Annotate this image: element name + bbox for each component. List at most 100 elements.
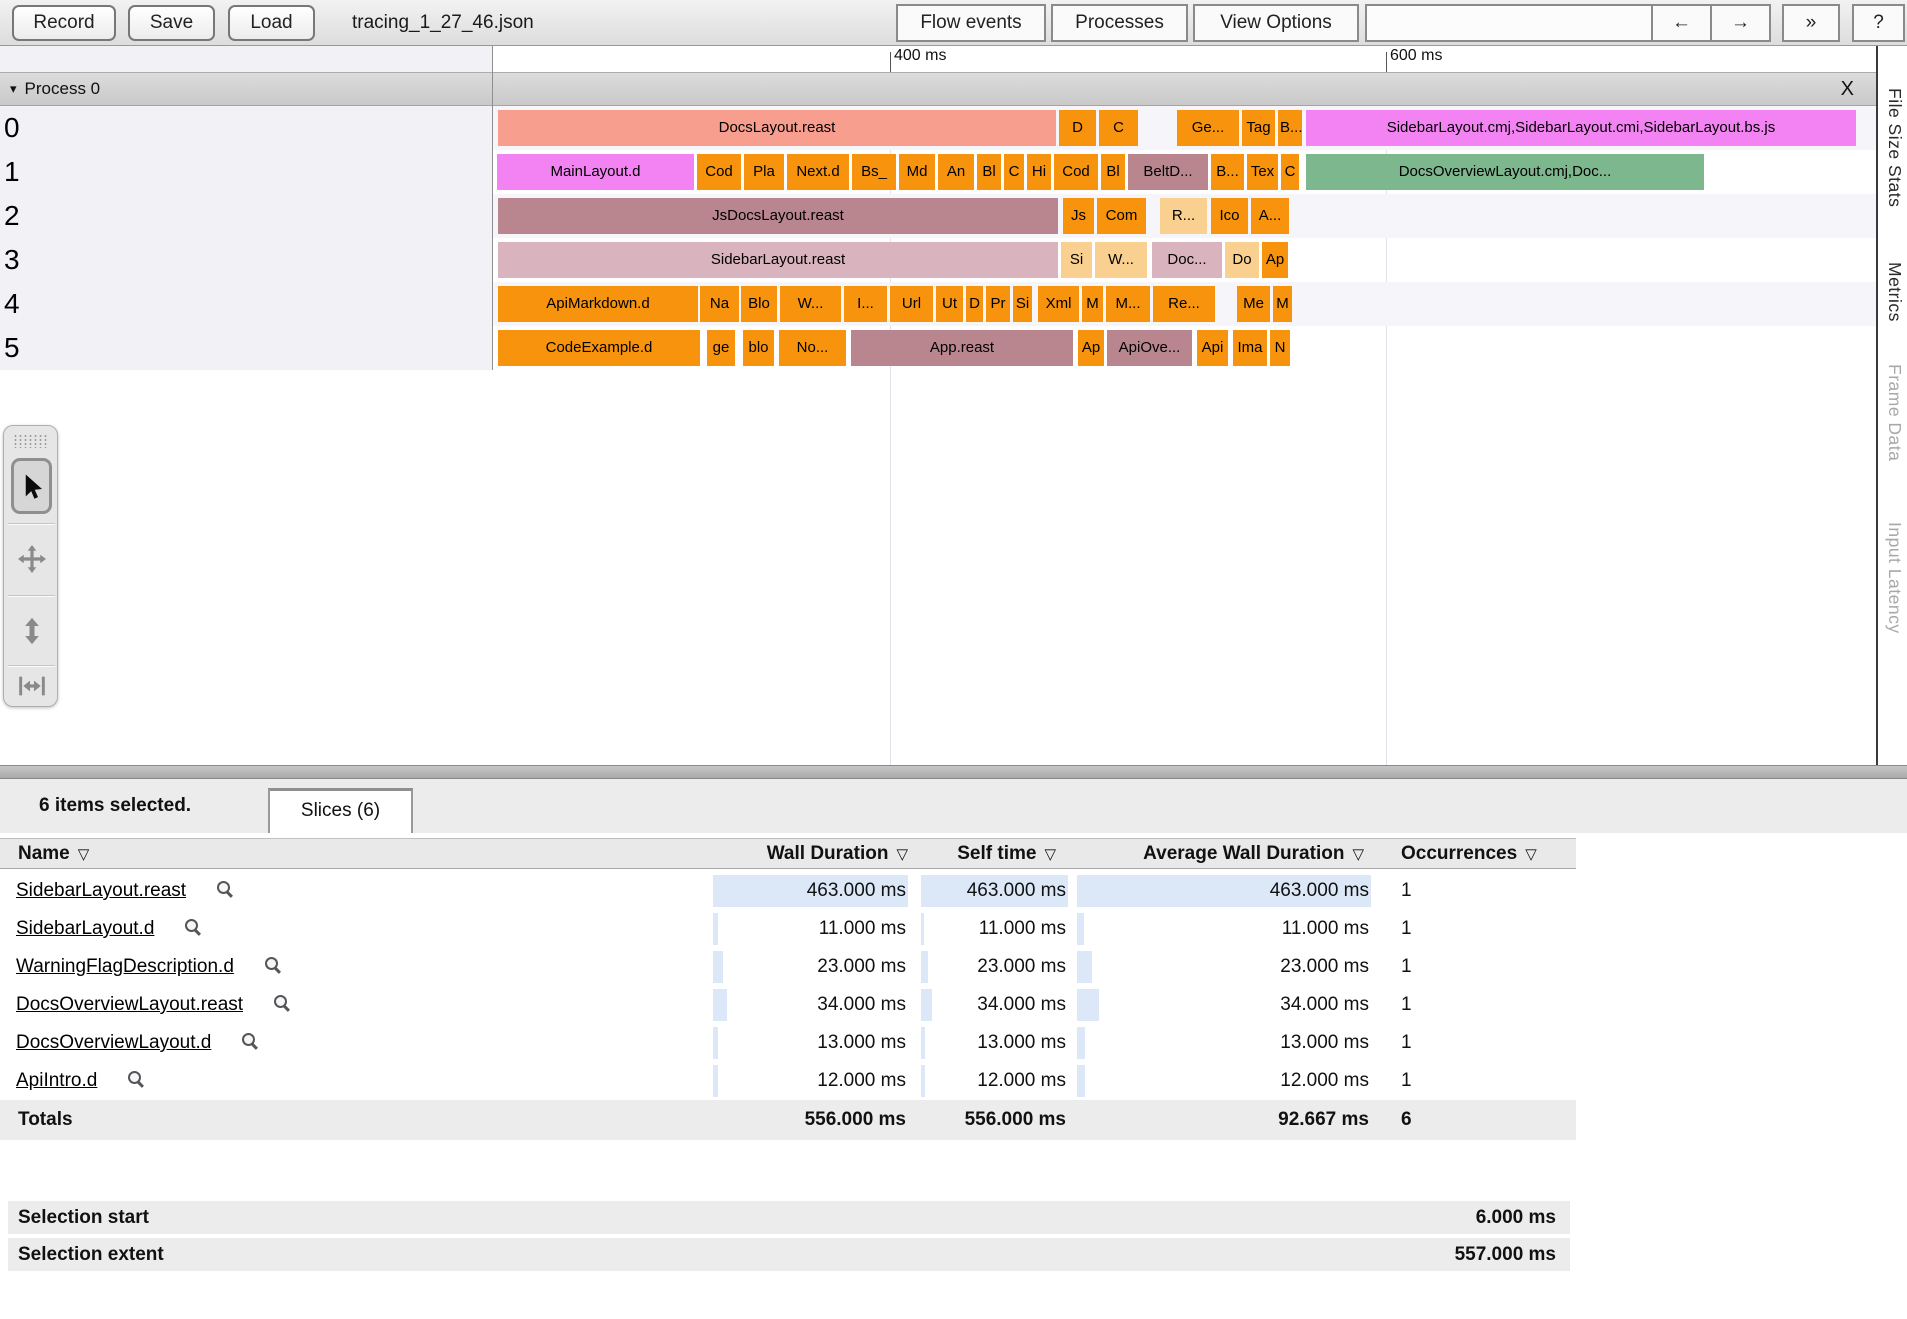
trace-slice[interactable]: Si <box>1013 286 1032 322</box>
tab-slices[interactable]: Slices (6) <box>268 788 413 833</box>
panel-splitter[interactable] <box>0 765 1907 779</box>
trace-slice[interactable]: Pla <box>744 154 784 190</box>
trace-slice[interactable]: B... <box>1211 154 1244 190</box>
trace-slice[interactable]: Bl <box>1101 154 1125 190</box>
trace-slice[interactable]: Si <box>1061 242 1092 278</box>
trace-slice[interactable]: M... <box>1106 286 1150 322</box>
trace-slice[interactable]: Xml <box>1038 286 1079 322</box>
trace-slice[interactable]: CodeExample.d <box>498 330 700 366</box>
trace-slice[interactable]: Ut <box>936 286 963 322</box>
timing-tool-button[interactable] <box>4 666 59 706</box>
trace-slice[interactable]: C <box>1004 154 1024 190</box>
trace-slice[interactable]: blo <box>743 330 774 366</box>
trace-slice[interactable]: Re... <box>1153 286 1215 322</box>
trace-slice[interactable]: Ge... <box>1177 110 1239 146</box>
trace-slice[interactable]: Ico <box>1211 198 1248 234</box>
magnifier-icon[interactable] <box>264 956 282 974</box>
trace-slice[interactable]: SidebarLayout.cmj,SidebarLayout.cmi,Side… <box>1306 110 1856 146</box>
column-header-name[interactable]: Name▽ <box>0 839 713 868</box>
slice-name-link[interactable]: DocsOverviewLayout.d <box>16 1032 211 1053</box>
trace-slice[interactable]: D <box>966 286 983 322</box>
trace-slice[interactable]: Js <box>1063 198 1094 234</box>
overflow-button[interactable]: » <box>1782 4 1840 42</box>
trace-slice[interactable]: JsDocsLayout.reast <box>498 198 1058 234</box>
trace-slice[interactable]: R... <box>1160 198 1207 234</box>
trace-slice[interactable]: M <box>1273 286 1292 322</box>
trace-slice[interactable]: Bs_ <box>852 154 896 190</box>
trace-slice[interactable]: A... <box>1251 198 1289 234</box>
column-header-wall-duration[interactable]: Wall Duration▽ <box>713 839 908 868</box>
magnifier-icon[interactable] <box>216 880 234 898</box>
trace-slice[interactable]: N <box>1270 330 1290 366</box>
toolbox-drag-handle[interactable] <box>13 434 49 448</box>
magnifier-icon[interactable] <box>127 1070 145 1088</box>
column-header-occurrences[interactable]: Occurrences▽ <box>1386 839 1576 868</box>
vertical-zoom-tool-button[interactable] <box>4 598 59 664</box>
trace-slice[interactable]: Ap <box>1078 330 1104 366</box>
trace-slice[interactable]: Url <box>890 286 933 322</box>
find-next-button[interactable]: → <box>1710 4 1771 42</box>
trace-slice[interactable]: App.reast <box>851 330 1073 366</box>
trace-slice[interactable]: Hi <box>1027 154 1051 190</box>
trace-slice[interactable]: Me <box>1237 286 1270 322</box>
trace-slice[interactable]: Cod <box>697 154 741 190</box>
trace-slice[interactable]: MainLayout.d <box>497 154 694 190</box>
trace-slice[interactable]: C <box>1281 154 1299 190</box>
trace-slice[interactable]: I... <box>844 286 887 322</box>
trace-slice[interactable]: Ap <box>1262 242 1288 278</box>
trace-slice[interactable]: No... <box>779 330 846 366</box>
search-input[interactable] <box>1365 4 1653 42</box>
timeline-ruler[interactable]: 400 ms600 ms <box>0 46 1876 72</box>
trace-slice[interactable]: Doc... <box>1152 242 1222 278</box>
trace-slice[interactable]: C <box>1099 110 1138 146</box>
process-0-header[interactable]: ▾Process 0 X <box>0 72 1876 106</box>
trace-slice[interactable]: DocsOverviewLayout.cmj,Doc... <box>1306 154 1704 190</box>
selection-tool-button[interactable] <box>4 454 59 520</box>
find-previous-button[interactable]: ← <box>1651 4 1712 42</box>
trace-slice[interactable]: Do <box>1225 242 1259 278</box>
trace-slice[interactable]: Na <box>700 286 739 322</box>
trace-slice[interactable]: Bl <box>977 154 1001 190</box>
pan-tool-button[interactable] <box>4 526 59 592</box>
trace-slice[interactable]: BeltD... <box>1128 154 1208 190</box>
sidebar-tab-file-size-stats[interactable]: File Size Stats <box>1884 88 1905 207</box>
magnifier-icon[interactable] <box>184 918 202 936</box>
trace-slice[interactable]: Api <box>1197 330 1228 366</box>
trace-slice[interactable]: DocsLayout.reast <box>498 110 1056 146</box>
column-header-average-wall-duration[interactable]: Average Wall Duration▽ <box>1077 839 1371 868</box>
trace-slice[interactable]: Next.d <box>787 154 849 190</box>
trace-slice[interactable]: An <box>938 154 974 190</box>
slice-name-link[interactable]: SidebarLayout.d <box>16 918 154 939</box>
trace-slice[interactable]: W... <box>1095 242 1147 278</box>
flow-events-button[interactable]: Flow events <box>896 4 1046 42</box>
column-header-self-time[interactable]: Self time▽ <box>921 839 1068 868</box>
trace-slice[interactable]: M <box>1082 286 1103 322</box>
trace-slice[interactable]: Pr <box>986 286 1010 322</box>
view-options-button[interactable]: View Options <box>1193 4 1359 42</box>
processes-button[interactable]: Processes <box>1051 4 1188 42</box>
trace-slice[interactable]: Md <box>899 154 935 190</box>
load-button[interactable]: Load <box>228 5 315 41</box>
record-button[interactable]: Record <box>12 5 116 41</box>
trace-slice[interactable]: Tag <box>1242 110 1275 146</box>
trace-slice[interactable]: ge <box>707 330 735 366</box>
slice-name-link[interactable]: SidebarLayout.reast <box>16 880 186 901</box>
magnifier-icon[interactable] <box>241 1032 259 1050</box>
trace-slice[interactable]: W... <box>780 286 841 322</box>
slice-name-link[interactable]: WarningFlagDescription.d <box>16 956 234 977</box>
trace-slice[interactable]: Cod <box>1054 154 1098 190</box>
close-process-button[interactable]: X <box>1841 73 1854 105</box>
trace-slice[interactable]: D <box>1059 110 1096 146</box>
trace-slice[interactable]: Blo <box>741 286 777 322</box>
magnifier-icon[interactable] <box>273 994 291 1012</box>
trace-slice[interactable]: ApiMarkdown.d <box>498 286 698 322</box>
trace-slice[interactable]: Tex <box>1247 154 1278 190</box>
trace-slice[interactable]: ApiOve... <box>1107 330 1192 366</box>
trace-slice[interactable]: B... <box>1278 110 1302 146</box>
save-button[interactable]: Save <box>128 5 215 41</box>
sidebar-tab-metrics[interactable]: Metrics <box>1884 262 1905 322</box>
trace-slice[interactable]: SidebarLayout.reast <box>498 242 1058 278</box>
trace-slice[interactable]: Ima <box>1233 330 1267 366</box>
slice-name-link[interactable]: DocsOverviewLayout.reast <box>16 994 243 1015</box>
help-button[interactable]: ? <box>1852 4 1905 42</box>
